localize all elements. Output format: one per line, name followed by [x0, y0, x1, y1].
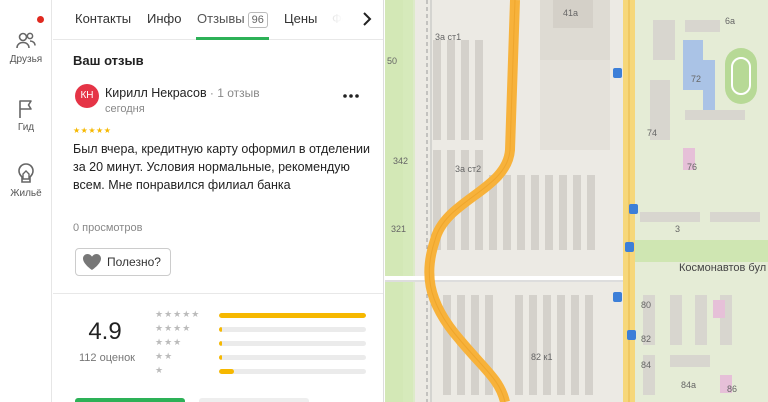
rating-bar	[219, 327, 366, 332]
secondary-button[interactable]	[199, 398, 309, 402]
useful-button[interactable]: Полезно?	[75, 248, 171, 276]
notification-dot	[37, 16, 44, 23]
map-label: 82	[641, 334, 652, 344]
map-label: 50	[387, 56, 398, 66]
rating-row-1: ★	[155, 365, 367, 378]
map-label: 86	[727, 384, 738, 394]
author-review-count: · 1 отзыв	[206, 86, 260, 100]
map-label: 76	[687, 162, 698, 172]
author-name[interactable]: Кирилл Некрасов	[105, 86, 207, 100]
rail-item-label: Друзья	[9, 54, 43, 65]
map-label: 3а ст2	[455, 164, 482, 174]
rail-item-guide[interactable]: Гид	[0, 98, 52, 133]
tab-bar: Контакты Инфо Отзывы96 Цены Фо	[53, 0, 383, 40]
useful-label: Полезно?	[107, 255, 161, 269]
rating-bar-fill	[219, 327, 222, 332]
views-count: 0 просмотров	[73, 222, 143, 234]
rating-row-2: ★★	[155, 351, 367, 364]
left-rail: Друзья Гид Жильё	[0, 0, 52, 402]
divider	[53, 293, 383, 294]
rating-row-stars: ★★★★★	[155, 309, 201, 319]
tab-prices[interactable]: Цены	[284, 11, 317, 26]
tab-info[interactable]: Инфо	[147, 11, 181, 26]
rating-bar	[219, 313, 366, 318]
tab-contacts[interactable]: Контакты	[75, 11, 131, 26]
map-label: 80	[641, 300, 652, 310]
house-icon	[18, 163, 34, 183]
street-label: Космонавтов бул	[679, 262, 767, 274]
avatar[interactable]: КН	[75, 84, 99, 108]
bus-stop-icon[interactable]	[613, 68, 622, 78]
map-label: 3	[675, 224, 681, 234]
map-label: 6а	[725, 16, 736, 26]
friends-icon	[16, 32, 36, 49]
map-label: 84	[641, 360, 652, 370]
map-label: 321	[391, 224, 407, 234]
heart-icon	[83, 254, 101, 270]
map-label: 74	[647, 128, 658, 138]
rating-bar-fill	[219, 369, 234, 374]
tab-reviews-label: Отзывы	[197, 11, 245, 26]
rating-bar	[219, 341, 366, 346]
rating-bar	[219, 355, 366, 360]
rail-item-label: Гид	[17, 122, 35, 133]
rating-row-stars: ★★	[155, 351, 174, 361]
map-label: 3а ст1	[435, 32, 462, 42]
rating-count: 112 оценок	[78, 352, 135, 364]
map-label: 72	[691, 74, 702, 84]
rating-row-stars: ★	[155, 365, 165, 375]
review-author[interactable]: Кирилл Некрасов · 1 отзыв	[105, 86, 260, 100]
review-date: сегодня	[105, 103, 145, 115]
rating-row-stars: ★★★	[155, 337, 183, 347]
map[interactable]: 41а 6а 3а ст1 50 72 74 3а ст2 342 76 321…	[385, 0, 768, 402]
bus-stop-icon[interactable]	[625, 242, 634, 252]
tab-fade	[315, 6, 355, 36]
chevron-right-icon[interactable]	[357, 9, 377, 29]
review-text: Был вчера, кредитную карту оформил в отд…	[73, 142, 370, 192]
section-title: Ваш отзыв	[73, 53, 144, 68]
more-options-icon[interactable]	[342, 88, 360, 104]
rating-row-stars: ★★★★	[155, 323, 192, 333]
bus-stop-icon[interactable]	[627, 330, 636, 340]
rating-bar-fill	[219, 355, 222, 360]
org-panel: Контакты Инфо Отзывы96 Цены Фо Ваш отзыв…	[53, 0, 384, 402]
rail-item-housing[interactable]: Жильё	[0, 162, 52, 199]
rating-bar-fill	[219, 313, 366, 318]
reviews-count-badge: 96	[247, 12, 268, 28]
map-label: 82 к1	[531, 352, 553, 362]
map-canvas	[385, 0, 768, 402]
rating-value: 4.9	[88, 318, 122, 345]
map-label: 41а	[563, 8, 579, 18]
review-stars: ★★★★★	[73, 126, 112, 135]
active-tab-indicator	[196, 37, 269, 40]
rail-item-friends[interactable]: Друзья	[0, 30, 52, 65]
rail-item-label: Жильё	[10, 188, 42, 199]
write-review-button[interactable]	[75, 398, 185, 402]
app-root: Друзья Гид Жильё Контакты Инфо Отзывы 96 …	[0, 0, 768, 402]
flag-icon	[19, 100, 32, 118]
rating-bar-fill	[219, 341, 222, 346]
tab-reviews[interactable]: Отзывы 96	[197, 11, 268, 28]
bus-stop-icon[interactable]	[613, 292, 622, 302]
rating-row-5: ★★★★★	[155, 309, 367, 322]
rating-row-3: ★★★	[155, 337, 367, 350]
map-label: 342	[393, 156, 409, 166]
rating-row-4: ★★★★	[155, 323, 367, 336]
bus-stop-icon[interactable]	[629, 204, 638, 214]
rating-bar	[219, 369, 366, 374]
map-label: 84а	[681, 380, 697, 390]
